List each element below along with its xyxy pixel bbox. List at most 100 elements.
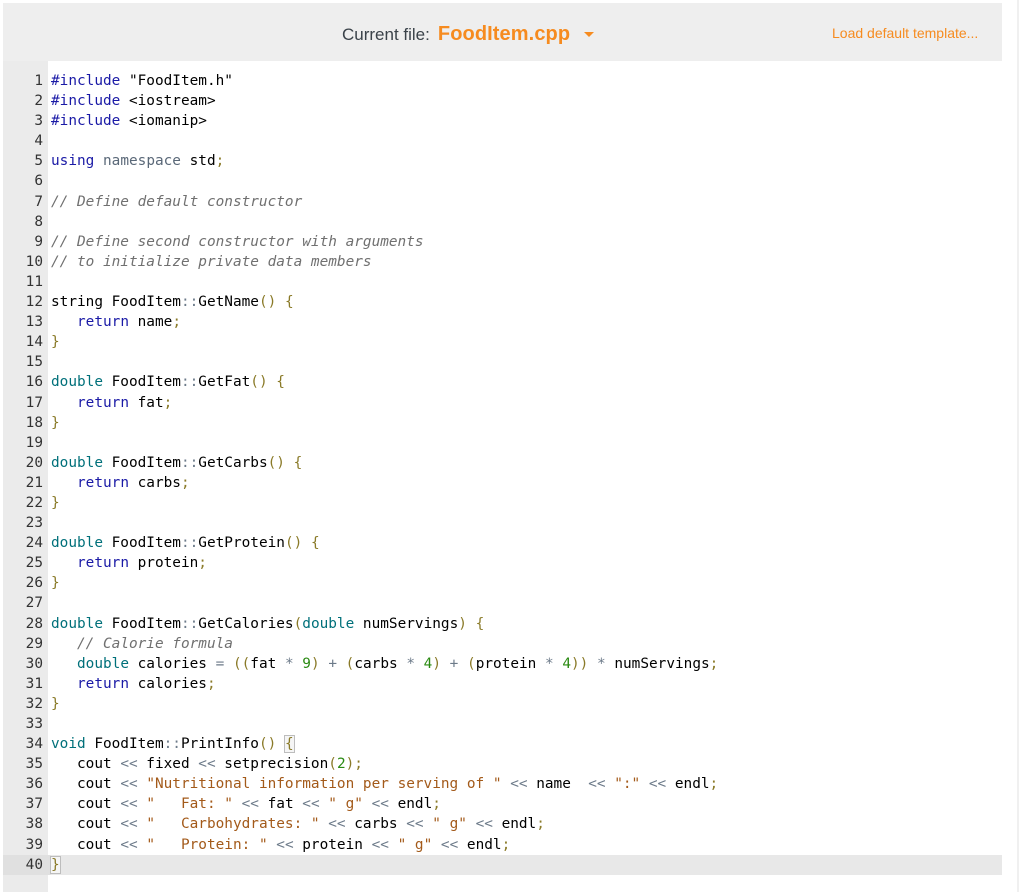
code-line[interactable]: 4 (3, 131, 1002, 151)
line-number: 39 (25, 836, 43, 853)
code-text: cout << " Carbohydrates: " << carbs << "… (51, 816, 545, 832)
matched-bracket: } (50, 855, 61, 874)
code-token: numServings (354, 615, 459, 632)
code-line[interactable]: 19 (3, 433, 1002, 453)
code-line[interactable]: 8 (3, 212, 1002, 232)
code-text: // to initialize private data members (51, 254, 372, 270)
code-line[interactable]: 14} (3, 332, 1002, 352)
line-number: 15 (25, 354, 43, 371)
code-token: } (51, 494, 60, 511)
code-line[interactable]: 16 double FoodItem::GetFat() { (3, 372, 1002, 392)
line-number: 23 (25, 515, 43, 532)
scrollbar-track[interactable] (1003, 0, 1024, 892)
code-token: std (180, 153, 216, 170)
code-line[interactable]: 6 (3, 171, 1002, 191)
code-token: << (302, 796, 320, 813)
code-area[interactable]: 1 #include "FoodItem.h" 2 #include <iostrea… (3, 71, 1002, 875)
code-line[interactable]: 35 cout << fixed << setprecision(2); (3, 754, 1002, 774)
code-line[interactable]: 18} (3, 413, 1002, 433)
code-line[interactable]: 29 // Calorie formula (3, 634, 1002, 654)
code-line[interactable]: 9 // Define second constructor with argum… (3, 232, 1002, 252)
code-line[interactable]: 10 // to initialize private data members (3, 252, 1002, 272)
code-line[interactable]: 7 // Define default constructor (3, 192, 1002, 212)
code-editor[interactable]: 1 #include "FoodItem.h" 2 #include <iostrea… (3, 61, 1002, 892)
code-line[interactable]: 13 return name; (3, 312, 1002, 332)
code-line[interactable]: 31 return calories; (3, 674, 1002, 694)
code-token: << (371, 836, 389, 853)
code-token: << (198, 756, 216, 773)
code-line[interactable]: 5 using namespace std; (3, 151, 1002, 171)
line-number: 38 (25, 816, 43, 833)
line-number: 24 (25, 535, 43, 552)
code-text: cout << "Nutritional information per ser… (51, 776, 718, 792)
code-line[interactable]: 32} (3, 694, 1002, 714)
current-file-name[interactable]: FoodItem.cpp (438, 23, 570, 46)
code-token: ; (206, 675, 216, 692)
code-line[interactable]: 15 (3, 352, 1002, 372)
code-token: ) (345, 756, 355, 773)
line-number: 3 (34, 113, 43, 130)
code-line[interactable]: 11 (3, 272, 1002, 292)
code-text: return name; (51, 314, 181, 330)
code-line[interactable]: 38 cout << " Carbohydrates: " << carbs <… (3, 814, 1002, 834)
code-line[interactable]: 28 double FoodItem::GetCalories(double nu… (3, 614, 1002, 634)
code-line[interactable]: 20 double FoodItem::GetCarbs() { (3, 453, 1002, 473)
code-line[interactable]: 33 (3, 714, 1002, 734)
line-number: 11 (25, 273, 43, 290)
code-line[interactable]: 23 (3, 513, 1002, 533)
file-selector[interactable]: Current file: FoodItem.cpp (342, 23, 595, 46)
code-token: name (527, 776, 589, 793)
code-text: // Calorie formula (51, 636, 233, 652)
code-line[interactable]: 40} (3, 854, 1002, 875)
code-line[interactable]: 37 cout << " Fat: " << fat << " g" << en… (3, 794, 1002, 814)
code-text: using namespace std; (51, 153, 224, 169)
code-token: string FoodItem (51, 294, 181, 311)
code-line[interactable]: 3 #include <iomanip> (3, 111, 1002, 131)
code-line[interactable]: 2 #include <iostream> (3, 91, 1002, 111)
code-line[interactable]: 1 #include "FoodItem.h" (3, 71, 1002, 91)
code-line[interactable]: 26} (3, 573, 1002, 593)
scrollbar-rail[interactable] (1017, 0, 1019, 892)
code-text: return carbs; (51, 475, 190, 491)
code-text: double FoodItem::GetCarbs() { (51, 455, 302, 471)
code-token: ; (172, 314, 181, 331)
code-line[interactable]: 27 (3, 593, 1002, 613)
code-token: return (77, 675, 129, 692)
code-token: () (258, 294, 277, 311)
code-token: * (406, 655, 415, 672)
code-token: ; (709, 655, 719, 672)
caret-down-icon[interactable] (584, 32, 595, 37)
code-line[interactable]: 17 return fat; (3, 393, 1002, 413)
code-text: #include "FoodItem.h" (51, 73, 233, 89)
code-line[interactable]: 34 void FoodItem::PrintInfo() { (3, 734, 1002, 754)
code-line[interactable]: 39 cout << " Protein: " << protein << " … (3, 835, 1002, 855)
code-token: ; (501, 836, 511, 853)
code-line[interactable]: 21 return carbs; (3, 473, 1002, 493)
code-editor-window: Current file: FoodItem.cpp Load default … (0, 0, 1003, 892)
code-token: { (276, 374, 285, 391)
code-token: void (51, 736, 86, 753)
code-token: + (328, 655, 337, 672)
line-number: 37 (25, 796, 43, 813)
line-number: 27 (25, 595, 43, 612)
code-line[interactable]: 30 double calories = ((fat * 9) + (carbs… (3, 654, 1002, 674)
code-line[interactable]: 12 string FoodItem::GetName() { (3, 292, 1002, 312)
code-token: cout (51, 796, 121, 813)
code-line[interactable]: 24 double FoodItem::GetProtein() { (3, 533, 1002, 553)
code-line[interactable]: 22} (3, 493, 1002, 513)
code-token: // Define second constructor with argume… (51, 233, 424, 250)
code-token: return (77, 474, 129, 491)
code-text: string FoodItem::GetName() { (51, 294, 294, 310)
code-token: ; (432, 796, 441, 813)
load-default-template-link[interactable]: Load default template... (832, 25, 978, 41)
code-line[interactable]: 25 return protein; (3, 553, 1002, 573)
code-line[interactable]: 36 cout << "Nutritional information per … (3, 774, 1002, 794)
